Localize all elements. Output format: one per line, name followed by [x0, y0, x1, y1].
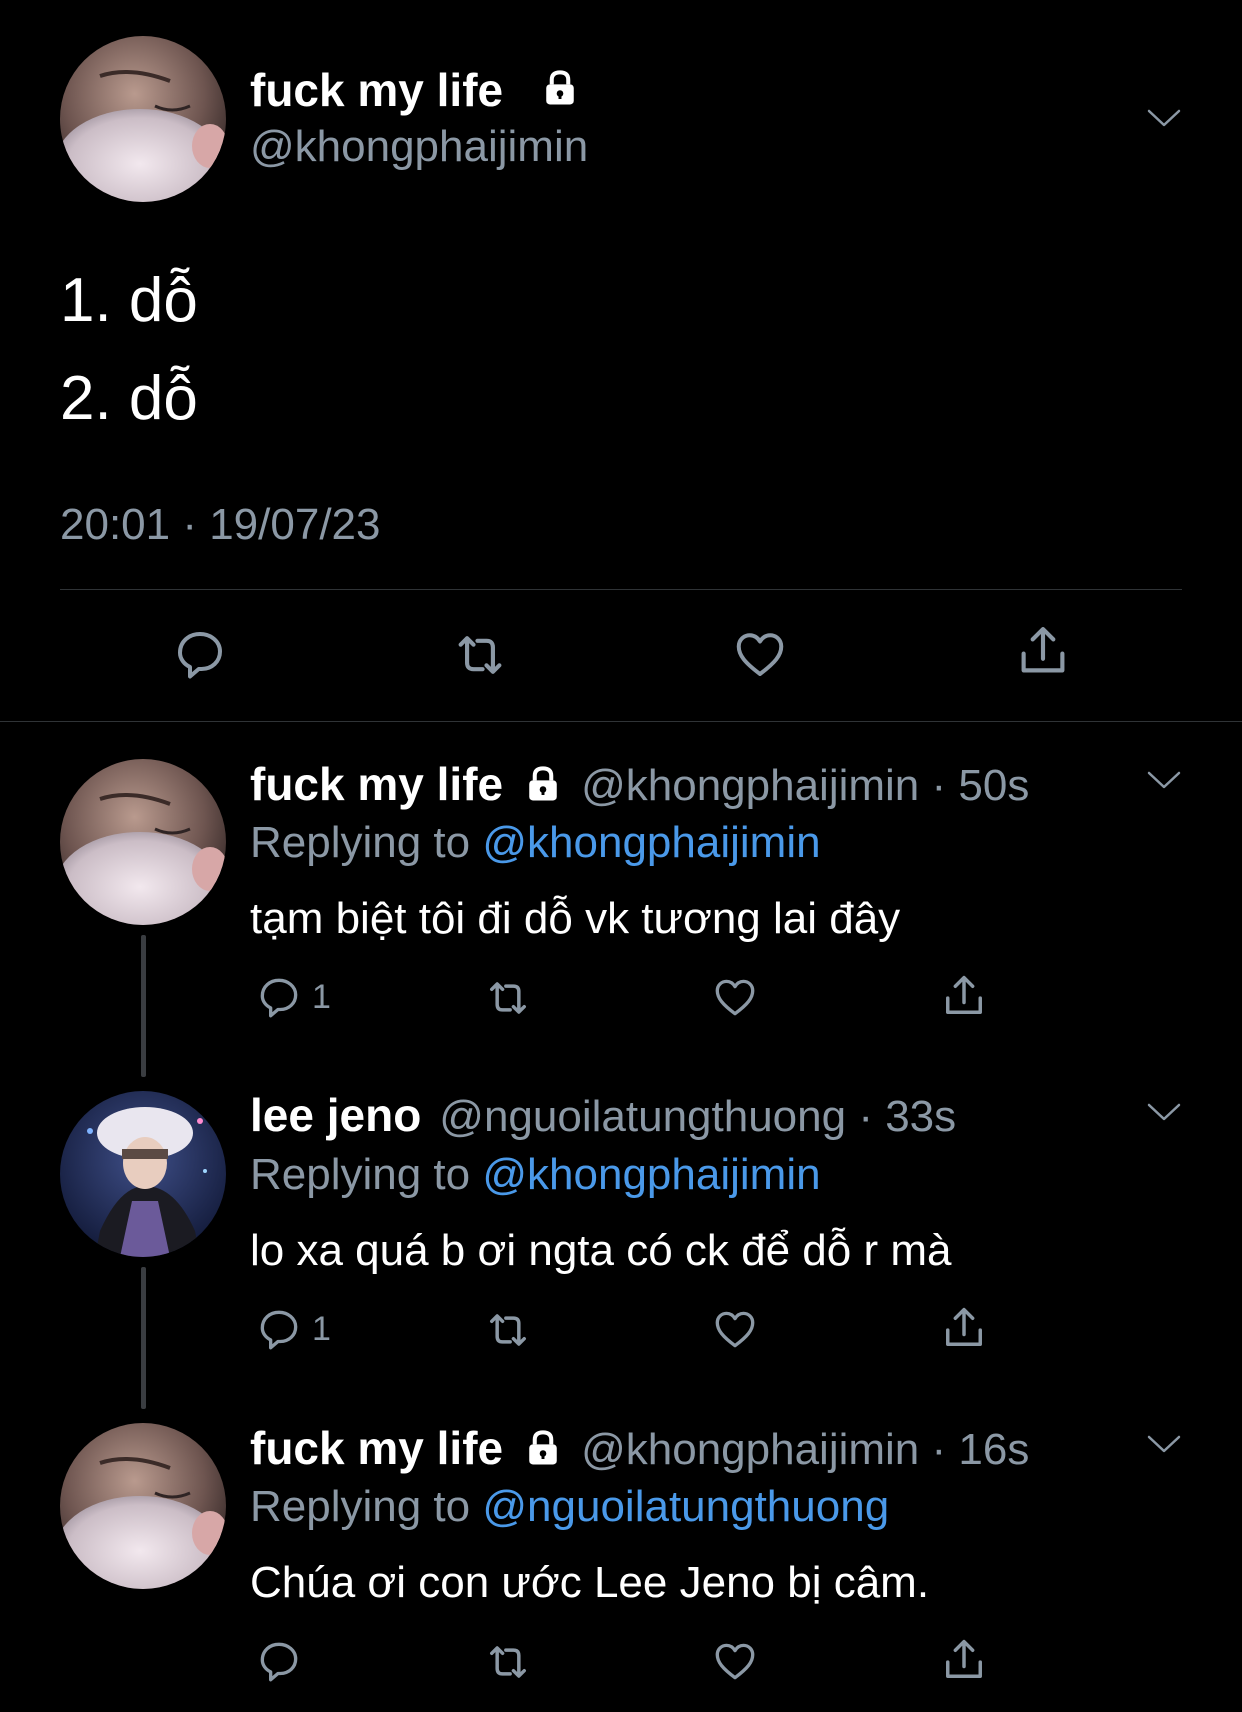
heart-icon [730, 624, 790, 684]
reply-count: 1 [312, 1309, 331, 1348]
retweet-button[interactable] [449, 624, 511, 686]
reply-icon [254, 1304, 304, 1354]
share-button[interactable] [938, 1302, 990, 1354]
like-button[interactable] [730, 624, 790, 684]
retweet-icon [482, 972, 534, 1024]
display-name[interactable]: fuck my life [250, 62, 598, 117]
reply-icon [254, 1636, 304, 1686]
separator-dot: · [919, 1425, 959, 1474]
thread-line [141, 1267, 146, 1409]
share-button[interactable] [1012, 620, 1074, 682]
retweet-icon [482, 1636, 534, 1688]
replying-to: Replying to @nguoilatungthuong [250, 1482, 890, 1531]
reply-icon [254, 972, 304, 1022]
mention-link[interactable]: @khongphaijimin [482, 818, 820, 867]
display-name[interactable]: fuck my life [250, 757, 503, 811]
lock-icon [538, 66, 582, 110]
chevron-down-icon[interactable] [1146, 106, 1182, 130]
avatar[interactable] [60, 1423, 226, 1589]
reply-count: 1 [312, 977, 331, 1016]
reply-header: fuck my life @khongphaijimin · 16s [250, 1420, 1029, 1475]
tweet-line: 2. dỗ [60, 364, 198, 433]
relative-time[interactable]: 50s [958, 761, 1029, 811]
retweet-icon [449, 624, 511, 686]
mention-link[interactable]: @khongphaijimin [482, 1150, 820, 1199]
chevron-down-icon[interactable] [1146, 1100, 1182, 1124]
tweet-text: 1. dỗ 2. dỗ [60, 252, 198, 448]
tweet-line: 1. dỗ [60, 266, 198, 335]
handle[interactable]: @khongphaijimin [250, 122, 588, 172]
reply-button[interactable] [254, 1636, 304, 1686]
relative-time[interactable]: 33s [885, 1092, 956, 1142]
reply-button[interactable]: 1 [254, 972, 331, 1022]
mention-link[interactable]: @nguoilatungthuong [482, 1482, 889, 1531]
reply-button[interactable]: 1 [254, 1304, 331, 1354]
section-divider [0, 721, 1242, 722]
reply-text: tạm biệt tôi đi dỗ vk tương lai đây [250, 894, 901, 943]
reply-text: lo xa quá b ơi ngta có ck để dỗ r mà [250, 1226, 952, 1275]
separator-dot: · [919, 761, 959, 810]
heart-icon [710, 972, 760, 1022]
like-button[interactable] [710, 972, 760, 1022]
share-icon [938, 1634, 990, 1686]
reply-header: lee jeno @nguoilatungthuong · 33s [250, 1088, 956, 1142]
display-name[interactable]: fuck my life [250, 1421, 503, 1475]
handle[interactable]: @khongphaijimin [581, 1425, 919, 1475]
heart-icon [710, 1636, 760, 1686]
replying-to: Replying to @khongphaijimin [250, 818, 821, 867]
heart-icon [710, 1304, 760, 1354]
retweet-button[interactable] [482, 972, 534, 1024]
reply-text: Chúa ơi con ước Lee Jeno bị câm. [250, 1558, 930, 1607]
reply-icon [170, 624, 230, 684]
avatar[interactable] [60, 1091, 226, 1257]
avatar[interactable] [60, 759, 226, 925]
separator-dot: · [846, 1092, 886, 1141]
share-icon [938, 1302, 990, 1354]
lock-icon [521, 762, 565, 806]
like-button[interactable] [710, 1636, 760, 1686]
display-name[interactable]: lee jeno [250, 1088, 421, 1142]
handle[interactable]: @nguoilatungthuong [439, 1092, 846, 1142]
share-button[interactable] [938, 970, 990, 1022]
lock-icon [521, 1426, 565, 1470]
avatar[interactable] [60, 36, 226, 202]
retweet-icon [482, 1304, 534, 1356]
handle[interactable]: @khongphaijimin [581, 761, 919, 811]
share-icon [1012, 620, 1074, 682]
divider [60, 589, 1182, 590]
replying-to: Replying to @khongphaijimin [250, 1150, 821, 1199]
retweet-button[interactable] [482, 1636, 534, 1688]
timestamp[interactable]: 20:01 · 19/07/23 [60, 500, 380, 550]
chevron-down-icon[interactable] [1146, 768, 1182, 792]
reply-button[interactable] [170, 624, 230, 684]
like-button[interactable] [710, 1304, 760, 1354]
share-icon [938, 970, 990, 1022]
chevron-down-icon[interactable] [1146, 1432, 1182, 1456]
relative-time[interactable]: 16s [958, 1425, 1029, 1475]
retweet-button[interactable] [482, 1304, 534, 1356]
share-button[interactable] [938, 1634, 990, 1686]
thread-line [141, 935, 146, 1077]
reply-header: fuck my life @khongphaijimin · 50s [250, 756, 1029, 811]
